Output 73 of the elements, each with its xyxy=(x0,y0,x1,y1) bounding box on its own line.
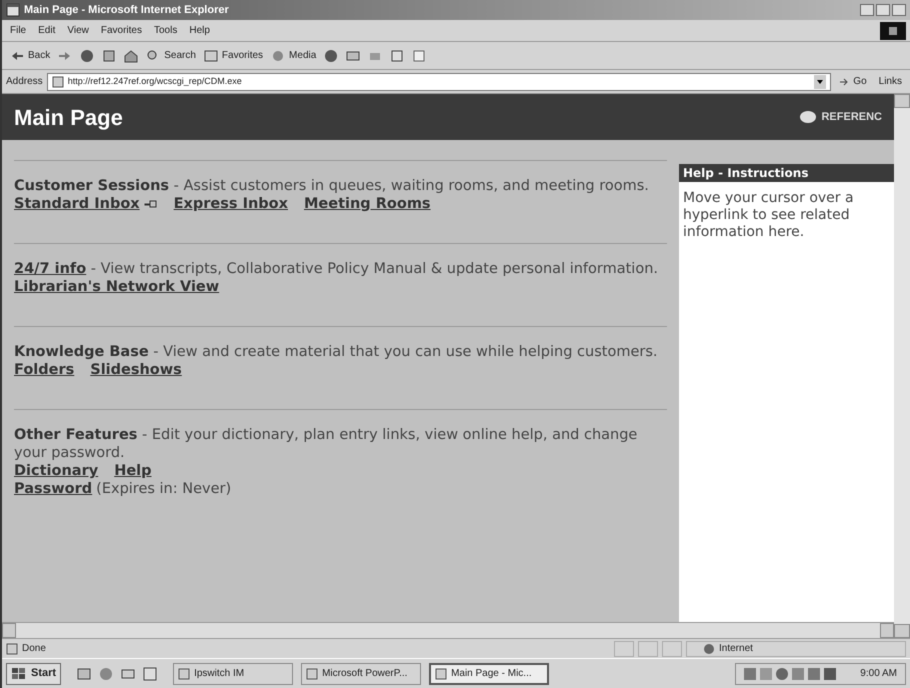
window-icon xyxy=(435,668,448,680)
page-title: Main Page xyxy=(14,104,123,132)
section-description: Customer Sessions - Assist customers in queues, waiting rooms, and meeting rooms. xyxy=(14,177,650,195)
zone-text: Internet xyxy=(719,642,753,656)
link[interactable]: Express Inbox xyxy=(174,195,288,213)
minimize-button[interactable] xyxy=(860,4,874,16)
favorites-button[interactable]: Favorites xyxy=(204,48,264,63)
start-button[interactable]: Start xyxy=(6,662,62,684)
menu-item[interactable]: Help xyxy=(185,23,214,38)
url-text: http://ref12.247ref.org/wcscgi_rep/CDM.exe xyxy=(68,74,243,88)
search-button[interactable]: Search xyxy=(146,48,196,63)
media-icon xyxy=(271,48,286,62)
horizontal-scrollbar[interactable] xyxy=(2,622,894,638)
link[interactable]: Dictionary xyxy=(14,462,98,480)
browser-icon xyxy=(6,3,20,17)
help-title: Help - Instructions xyxy=(679,164,894,182)
menu-item[interactable]: File xyxy=(6,23,30,38)
home-icon[interactable] xyxy=(124,48,138,62)
section-description: Knowledge Base - View and create material that you can use while helping customers. xyxy=(14,343,658,361)
taskbar-button[interactable]: Microsoft PowerP... xyxy=(301,662,422,684)
status-pane xyxy=(614,640,634,656)
go-button[interactable]: Go xyxy=(835,74,871,89)
page-icon xyxy=(6,642,18,654)
page-icon xyxy=(52,76,64,88)
help-text: Move your cursor over a hyperlink to see related information here. xyxy=(683,190,855,241)
link[interactable]: Help xyxy=(114,462,152,480)
section-description: 24/7 info - View transcripts, Collaborative Policy Manual & update personal information. xyxy=(14,260,659,278)
clock: 9:00 AM xyxy=(859,667,897,681)
link[interactable]: Slideshows xyxy=(90,361,182,379)
window-icon xyxy=(178,668,190,680)
link[interactable]: Meeting Rooms xyxy=(304,195,431,213)
status-pane xyxy=(638,640,658,656)
media-button[interactable]: Media xyxy=(271,48,316,63)
address-field[interactable]: http://ref12.247ref.org/wcscgi_rep/CDM.exe xyxy=(46,72,832,90)
menu-item[interactable]: Tools xyxy=(150,23,182,38)
link[interactable]: Librarian's Network View xyxy=(14,278,220,296)
vertical-scrollbar[interactable] xyxy=(894,94,910,638)
desktop-icon[interactable] xyxy=(77,666,92,680)
arrow-icon xyxy=(839,76,850,86)
globe-icon xyxy=(703,642,715,654)
expiry-note: (Expires in: Never) xyxy=(96,480,232,498)
window-icon xyxy=(306,668,318,680)
document-icon[interactable] xyxy=(412,48,426,62)
logo-icon xyxy=(799,110,818,124)
status-text: Done xyxy=(22,642,47,656)
taskbar-button[interactable]: Main Page - Mic... xyxy=(429,662,550,684)
link[interactable]: Folders xyxy=(14,361,74,379)
window-title: Main Page - Microsoft Internet Explorer xyxy=(24,2,229,18)
back-button[interactable]: Back xyxy=(10,48,50,63)
mail-icon[interactable] xyxy=(346,48,360,62)
folder-icon xyxy=(204,48,218,62)
history-icon[interactable] xyxy=(324,48,338,62)
stop-icon[interactable] xyxy=(80,48,94,62)
logo-text: REFERENC xyxy=(821,110,882,125)
maximize-button[interactable] xyxy=(876,4,890,16)
menu-item[interactable]: View xyxy=(63,23,93,38)
close-button[interactable] xyxy=(892,4,906,16)
mail-icon[interactable] xyxy=(121,666,136,680)
dropdown-icon[interactable] xyxy=(814,74,826,88)
section-description: Other Features - Edit your dictionary, plan entry links, view online help, and change your password. xyxy=(14,426,638,462)
link[interactable]: Password xyxy=(14,480,92,498)
section-link[interactable]: 24/7 info xyxy=(14,261,86,277)
edit-icon[interactable] xyxy=(390,48,404,62)
windows-logo-icon xyxy=(11,666,27,680)
window-icon[interactable] xyxy=(143,666,158,680)
refresh-icon[interactable] xyxy=(102,48,116,62)
taskbar-button[interactable]: Ipswitch IM xyxy=(173,662,294,684)
links-button[interactable]: Links xyxy=(874,74,906,89)
status-pane xyxy=(662,640,682,656)
link[interactable]: Standard Inbox xyxy=(14,195,140,213)
menu-item[interactable]: Edit xyxy=(34,23,60,38)
address-label: Address xyxy=(6,75,43,89)
menu-item[interactable]: Favorites xyxy=(96,23,146,38)
